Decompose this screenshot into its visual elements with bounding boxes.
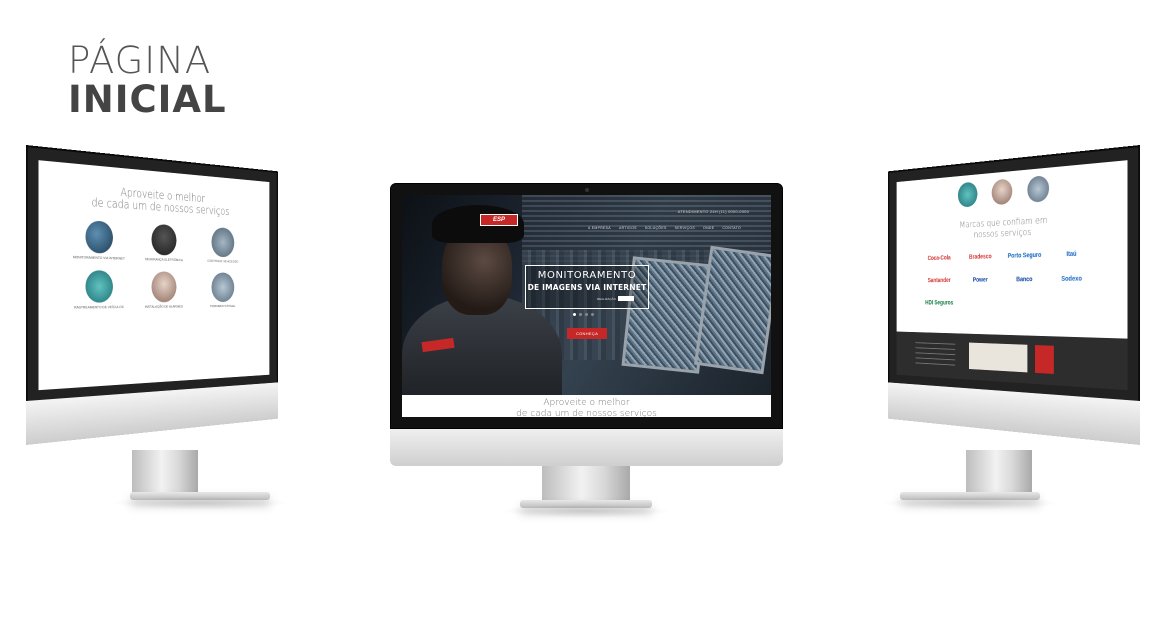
center-monitor-screen: ESP ATENDIMENTO 24H (11) 0000-0000 A EMP…	[402, 195, 771, 417]
nav-item[interactable]: A EMPRESA	[588, 226, 611, 230]
client-logo: Power	[972, 277, 988, 284]
heading-line-1: PÁGINA	[68, 39, 212, 82]
nav-item[interactable]: CONTATO	[722, 226, 741, 230]
center-monitor-chin	[390, 429, 783, 466]
service-item[interactable]: MONITORAMENTO VIA INTERNET	[70, 220, 127, 262]
camera-icon	[584, 188, 589, 192]
realization-label: REALIZAÇÃO	[597, 296, 635, 301]
page-heading: PÁGINA INICIAL	[68, 42, 227, 118]
banner-subtitle: DE IMAGENS VIA INTERNET	[527, 283, 647, 292]
left-monitor: Aproveite o melhor de cada um de nossos …	[26, 145, 278, 445]
service-image	[151, 271, 177, 303]
slider-dot[interactable]	[573, 313, 576, 316]
right-monitor-screen: Marcas que confiam em nossos serviços Co…	[896, 160, 1128, 391]
service-item[interactable]	[991, 178, 1013, 208]
client-logo: HDI Seguros	[925, 300, 954, 307]
right-monitor: Marcas que confiam em nossos serviços Co…	[888, 145, 1140, 445]
service-item[interactable]	[1027, 175, 1050, 206]
services-grid: MONITORAMENTO VIA INTERNET SEGURANÇA ELE…	[38, 218, 269, 311]
left-monitor-screen: Aproveite o melhor de cada um de nossos …	[38, 160, 270, 391]
footer-badge	[1035, 345, 1054, 374]
left-shadow	[110, 496, 290, 510]
service-item[interactable]	[957, 181, 978, 211]
slider-dots	[573, 313, 594, 316]
hero-banner: MONITORAMENTO DE IMAGENS VIA INTERNET	[525, 265, 649, 309]
footer-map[interactable]	[968, 342, 1028, 373]
service-image	[991, 178, 1013, 206]
heading-line-2: INICIAL	[68, 78, 227, 121]
client-logo: Sodexo	[1061, 275, 1082, 283]
nav-item[interactable]: SOLUÇÕES	[645, 226, 667, 230]
site-logo[interactable]: ESP	[480, 214, 518, 226]
right-shadow	[880, 496, 1060, 510]
service-item[interactable]: SEGURANÇA ELETRÔNICA	[138, 223, 189, 263]
client-logo: Banco	[1016, 276, 1033, 284]
partner-logo	[618, 296, 635, 301]
clients-grid: Coca-Cola Bradesco Porto Seguro Itaú Santand…	[897, 245, 1128, 312]
client-logo: Santander	[927, 277, 951, 284]
slider-dot[interactable]	[579, 313, 582, 316]
client-logo: Coca-Cola	[927, 255, 951, 262]
center-stand-neck	[542, 466, 630, 502]
service-image	[211, 227, 235, 258]
service-image	[957, 181, 978, 208]
client-logo: Porto Seguro	[1007, 252, 1042, 260]
client-logo: Bradesco	[969, 253, 992, 261]
footer-contact-lines	[915, 342, 956, 367]
hero-section: ESP ATENDIMENTO 24H (11) 0000-0000 A EMP…	[402, 195, 771, 395]
left-section-title: Aproveite o melhor de cada um de nossos …	[91, 185, 230, 218]
service-image	[211, 272, 235, 303]
service-image	[1027, 175, 1050, 203]
slider-dot[interactable]	[591, 313, 594, 316]
banner-title: MONITORAMENTO	[537, 270, 637, 281]
main-nav: A EMPRESA ARTIGOS SOLUÇÕES SERVIÇOS ONDE…	[588, 226, 741, 230]
right-stand-neck	[966, 450, 1032, 495]
service-item[interactable]: CONTROLE DE ACESSO	[199, 227, 246, 265]
service-item[interactable]: PORTARIA VIRTUAL	[199, 272, 246, 309]
nav-item[interactable]: ARTIGOS	[619, 226, 637, 230]
service-item[interactable]: RASTREAMENTO DE VEÍCULOS	[70, 270, 127, 311]
center-shadow	[500, 504, 672, 518]
cta-button[interactable]: CONHEÇA	[567, 328, 607, 339]
nav-item[interactable]: SERVIÇOS	[675, 226, 695, 230]
services-intro: Aproveite o melhor de cada um de nossos …	[402, 395, 771, 417]
service-image	[85, 270, 113, 303]
slider-dot[interactable]	[585, 313, 588, 316]
service-item[interactable]: INSTALAÇÃO DE ALARMES	[138, 271, 189, 310]
service-image	[85, 220, 113, 255]
client-logo: Itaú	[1066, 251, 1077, 258]
left-stand-neck	[132, 450, 198, 495]
topbar-text: ATENDIMENTO 24H (11) 0000-0000	[677, 209, 749, 214]
nav-item[interactable]: ONDE	[703, 226, 714, 230]
service-image	[151, 224, 177, 256]
clients-title: Marcas que confiam em nossos serviços	[959, 215, 1048, 240]
center-monitor: ESP ATENDIMENTO 24H (11) 0000-0000 A EMP…	[390, 183, 783, 466]
